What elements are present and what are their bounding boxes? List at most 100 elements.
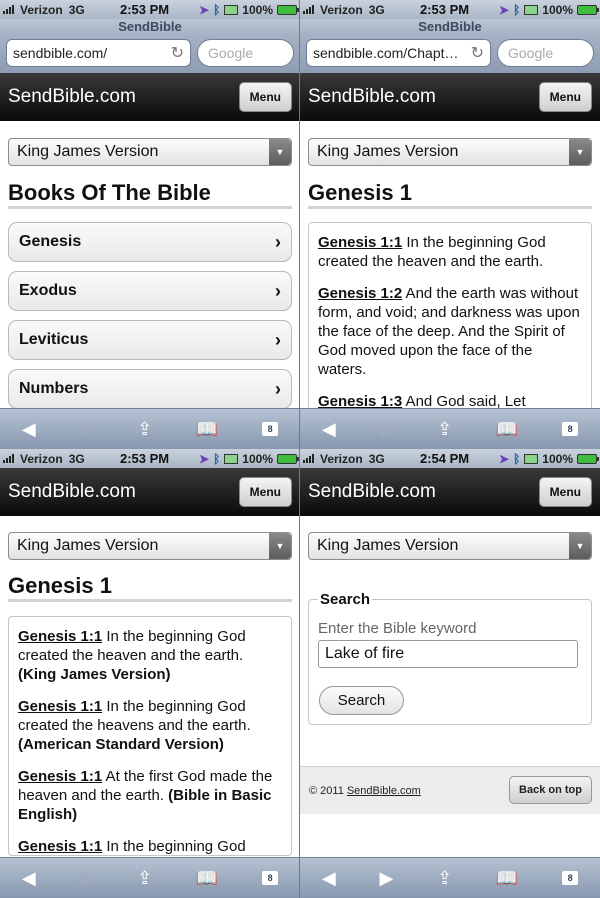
forward-icon[interactable]: ▶ bbox=[79, 419, 93, 440]
share-icon[interactable]: ⇪ bbox=[437, 419, 452, 440]
clock: 2:53 PM bbox=[420, 2, 470, 17]
menu-button[interactable]: Menu bbox=[538, 82, 592, 112]
tabs-icon[interactable]: 8 bbox=[562, 422, 579, 436]
screen-search: Verizon 3G 2:54 PM ➤ ᛒ 100% SendBible.com … bbox=[300, 449, 600, 898]
screen-chapter: Verizon 3G 2:53 PM ➤ ᛒ 100% SendBible send… bbox=[300, 0, 600, 449]
site-header: SendBible.com Menu bbox=[0, 468, 300, 516]
version-select[interactable]: King James Version ▼ bbox=[308, 138, 592, 166]
page-heading: Genesis 1 bbox=[8, 573, 112, 598]
network-type: 3G bbox=[68, 2, 85, 17]
location-icon: ➤ bbox=[499, 451, 510, 466]
version-select-value: King James Version bbox=[17, 537, 159, 554]
dropdown-arrow-icon: ▼ bbox=[569, 139, 591, 165]
search-button[interactable]: Search bbox=[319, 686, 404, 715]
book-item-genesis[interactable]: Genesis › bbox=[8, 222, 292, 262]
book-label: Exodus bbox=[19, 282, 77, 299]
verse-ref-link[interactable]: Genesis 1:1 bbox=[18, 628, 102, 645]
verse-ref-link[interactable]: Genesis 1:1 bbox=[18, 838, 102, 855]
battery-percent: 100% bbox=[242, 451, 273, 466]
site-brand[interactable]: SendBible.com bbox=[8, 481, 136, 503]
verse-text: In the beginning God bbox=[102, 838, 246, 855]
tabs-icon[interactable]: 8 bbox=[262, 422, 279, 436]
book-item-numbers[interactable]: Numbers › bbox=[8, 369, 292, 409]
address-bar: sendbible.com/ ↻ Google bbox=[0, 35, 300, 73]
tabs-icon[interactable]: 8 bbox=[562, 871, 579, 885]
version-select[interactable]: King James Version ▼ bbox=[8, 532, 292, 560]
tabs-icon[interactable]: 8 bbox=[262, 871, 279, 885]
reload-icon[interactable]: ↻ bbox=[171, 43, 184, 63]
version-select[interactable]: King James Version ▼ bbox=[308, 532, 592, 560]
network-type: 3G bbox=[368, 451, 385, 466]
site-brand[interactable]: SendBible.com bbox=[308, 86, 436, 108]
rotation-lock-icon bbox=[524, 4, 539, 15]
verse-card: Genesis 1:1 In the beginning God created… bbox=[8, 616, 292, 856]
battery-icon bbox=[277, 453, 299, 464]
bookmarks-icon[interactable]: 📖 bbox=[496, 419, 518, 440]
carrier: Verizon bbox=[320, 451, 363, 466]
version-select-value: King James Version bbox=[17, 143, 159, 160]
battery-percent: 100% bbox=[542, 2, 573, 17]
verse-ref-link[interactable]: Genesis 1:1 bbox=[18, 768, 102, 785]
heading-rule bbox=[308, 206, 592, 209]
search-field[interactable]: Google bbox=[497, 39, 594, 67]
menu-button[interactable]: Menu bbox=[238, 477, 292, 507]
battery-icon bbox=[577, 4, 599, 15]
url-text: sendbible.com/Chapt… bbox=[313, 45, 459, 61]
site-brand[interactable]: SendBible.com bbox=[8, 86, 136, 108]
bookmarks-icon[interactable]: 📖 bbox=[196, 419, 218, 440]
share-icon[interactable]: ⇪ bbox=[137, 419, 152, 440]
footer-site-link[interactable]: SendBible.com bbox=[347, 785, 421, 797]
verse: Genesis 1:2 And the earth was without fo… bbox=[318, 284, 582, 379]
url-field[interactable]: sendbible.com/ ↻ bbox=[6, 39, 191, 67]
book-label: Leviticus bbox=[19, 331, 89, 348]
screen-books: Verizon 3G 2:53 PM ➤ ᛒ 100% SendBible send… bbox=[0, 0, 300, 449]
verse: Genesis 1:1 In the beginning God created… bbox=[18, 697, 282, 754]
share-icon[interactable]: ⇪ bbox=[437, 868, 452, 889]
book-item-leviticus[interactable]: Leviticus › bbox=[8, 320, 292, 360]
keyword-input[interactable]: Lake of fire bbox=[318, 640, 578, 668]
battery-icon bbox=[577, 453, 599, 464]
book-item-exodus[interactable]: Exodus › bbox=[8, 271, 292, 311]
screenshot-divider bbox=[299, 0, 300, 898]
menu-button[interactable]: Menu bbox=[538, 477, 592, 507]
status-bar: Verizon 3G 2:53 PM ➤ ᛒ 100% bbox=[0, 449, 300, 468]
back-icon[interactable]: ◀ bbox=[22, 868, 36, 889]
forward-icon[interactable]: ▶ bbox=[79, 868, 93, 889]
page-heading: Books Of The Bible bbox=[8, 180, 211, 205]
back-on-top-button[interactable]: Back on top bbox=[509, 776, 592, 804]
location-icon: ➤ bbox=[499, 2, 510, 17]
clock: 2:53 PM bbox=[120, 2, 170, 17]
menu-button[interactable]: Menu bbox=[238, 82, 292, 112]
reload-icon[interactable]: ↻ bbox=[471, 43, 484, 63]
signal-icon bbox=[3, 5, 17, 14]
book-label: Genesis bbox=[19, 233, 82, 250]
search-hint: Enter the Bible keyword bbox=[318, 620, 477, 637]
site-brand[interactable]: SendBible.com bbox=[308, 481, 436, 503]
bookmarks-icon[interactable]: 📖 bbox=[496, 868, 518, 889]
back-icon[interactable]: ◀ bbox=[22, 419, 36, 440]
rotation-lock-icon bbox=[524, 453, 539, 464]
verse-ref-link[interactable]: Genesis 1:2 bbox=[318, 285, 402, 302]
bluetooth-icon: ᛒ bbox=[213, 2, 221, 17]
back-icon[interactable]: ◀ bbox=[322, 868, 336, 889]
verse-ref-link[interactable]: Genesis 1:1 bbox=[18, 698, 102, 715]
bookmarks-icon[interactable]: 📖 bbox=[196, 868, 218, 889]
book-label: Numbers bbox=[19, 380, 89, 397]
clock: 2:54 PM bbox=[420, 451, 470, 466]
bluetooth-icon: ᛒ bbox=[213, 451, 221, 466]
forward-icon[interactable]: ▶ bbox=[379, 419, 393, 440]
version-label: (American Standard Version) bbox=[18, 736, 224, 753]
version-select-value: King James Version bbox=[317, 143, 459, 160]
verse-ref-link[interactable]: Genesis 1:1 bbox=[318, 234, 402, 251]
share-icon[interactable]: ⇪ bbox=[137, 868, 152, 889]
verse: Genesis 1:1 In the beginning God created… bbox=[318, 233, 582, 271]
search-field[interactable]: Google bbox=[197, 39, 294, 67]
forward-icon[interactable]: ▶ bbox=[379, 868, 393, 889]
url-text: sendbible.com/ bbox=[13, 45, 108, 61]
version-select[interactable]: King James Version ▼ bbox=[8, 138, 292, 166]
chevron-right-icon: › bbox=[275, 379, 281, 399]
back-icon[interactable]: ◀ bbox=[322, 419, 336, 440]
heading-rule bbox=[8, 206, 292, 209]
dropdown-arrow-icon: ▼ bbox=[269, 533, 291, 559]
url-field[interactable]: sendbible.com/Chapt… ↻ bbox=[306, 39, 491, 67]
